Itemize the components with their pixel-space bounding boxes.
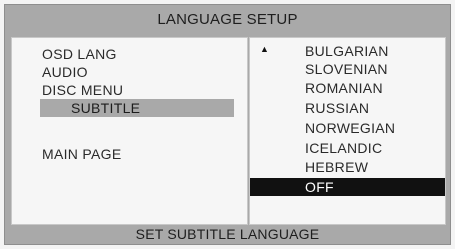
option-off[interactable]: OFF: [250, 178, 445, 196]
option-icelandic[interactable]: ICELANDIC: [250, 139, 445, 157]
menu-panel: OSD LANG AUDIO DISC MENU SUBTITLE MAIN P…: [11, 37, 248, 225]
language-options-panel: ▲ BULGARIAN SLOVENIAN ROMANIAN RUSSIAN N…: [249, 37, 446, 225]
option-bulgarian[interactable]: BULGARIAN: [250, 42, 445, 60]
osd-screen: LANGUAGE SETUP OSD LANG AUDIO DISC MENU …: [4, 4, 451, 245]
screen-title: LANGUAGE SETUP: [157, 11, 298, 28]
menu-item-osd-lang[interactable]: OSD LANG: [12, 45, 247, 63]
option-hebrew[interactable]: HEBREW: [250, 158, 445, 176]
option-norwegian[interactable]: NORWEGIAN: [250, 119, 445, 137]
menu-item-main-page[interactable]: MAIN PAGE: [12, 145, 247, 163]
option-slovenian[interactable]: SLOVENIAN: [250, 60, 445, 78]
status-hint: SET SUBTITLE LANGUAGE: [135, 226, 320, 242]
option-russian[interactable]: RUSSIAN: [250, 99, 445, 117]
menu-item-subtitle[interactable]: SUBTITLE: [40, 99, 234, 117]
option-romanian[interactable]: ROMANIAN: [250, 79, 445, 97]
menu-item-disc-menu[interactable]: DISC MENU: [12, 81, 247, 99]
menu-item-audio[interactable]: AUDIO: [12, 63, 247, 81]
